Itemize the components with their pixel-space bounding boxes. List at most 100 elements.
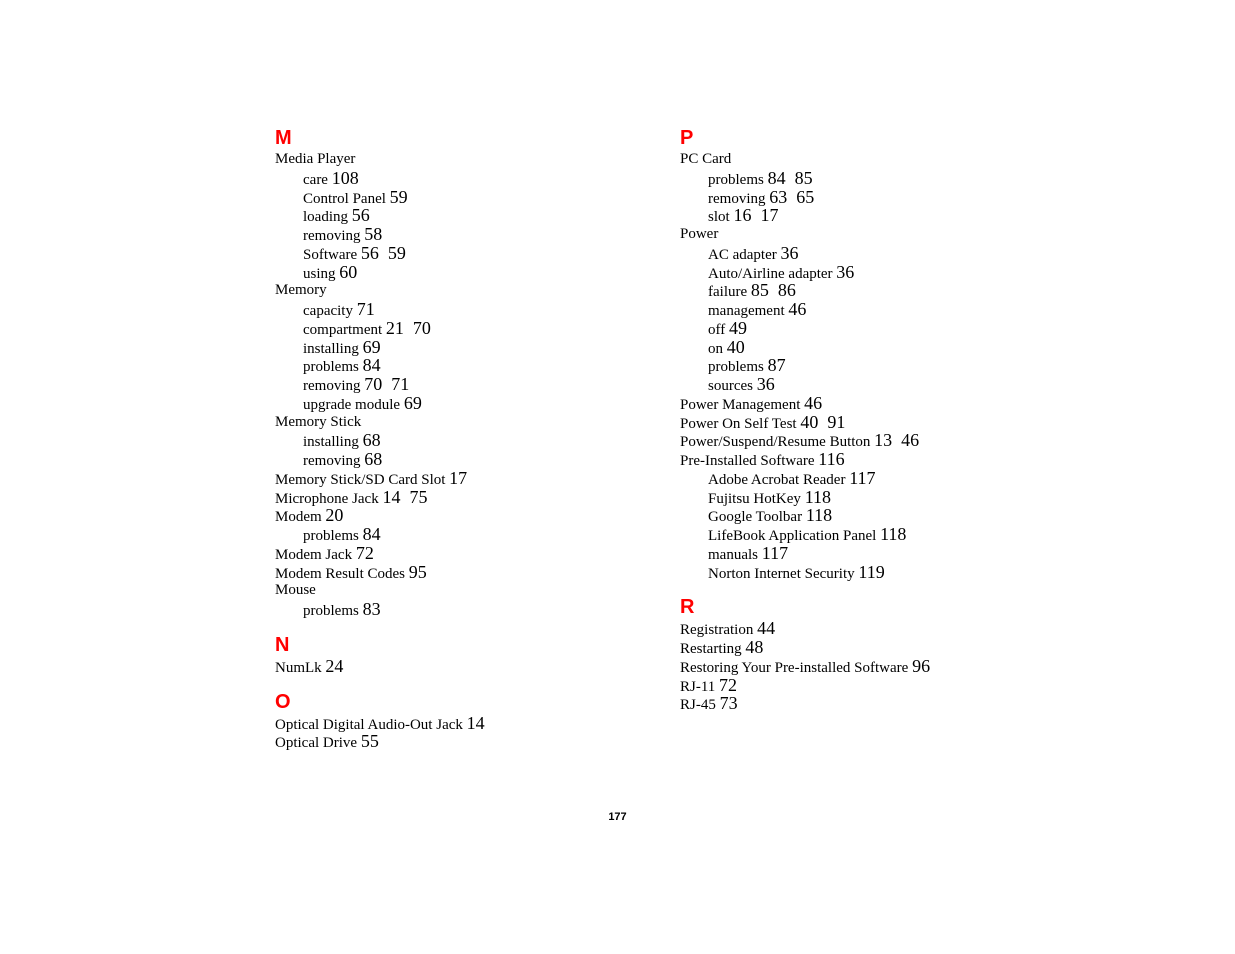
index-entry: Optical Drive 55	[275, 732, 655, 751]
entry-term: Google Toolbar	[708, 509, 803, 526]
index-subentry: problems 83	[275, 600, 655, 619]
entry-term: Pre-Installed Software	[680, 453, 815, 469]
index-section: N NumLk 24	[275, 634, 655, 676]
entry-page-link[interactable]: 85 86	[751, 280, 796, 300]
entry-page-link[interactable]: 84 85	[768, 168, 813, 188]
section-letter: R	[680, 596, 695, 619]
index-section: O Optical Digital Audio-Out Jack 14 Optica…	[275, 691, 655, 752]
index-subentry: management 46	[680, 300, 1080, 319]
index-subentry: problems 84	[275, 356, 655, 375]
entry-page-link[interactable]: 14	[467, 713, 485, 733]
entry-term: removing	[303, 453, 361, 469]
entry-term: removing	[708, 190, 766, 207]
entry-page-link[interactable]: 87	[768, 355, 786, 375]
entry-page-link[interactable]: 58	[364, 224, 382, 244]
index-entry: RJ-45 73	[680, 694, 1080, 713]
entry-page-link[interactable]: 68	[364, 449, 382, 469]
entry-page-link[interactable]: 118	[805, 487, 831, 507]
entry-term: Registration	[680, 622, 754, 639]
entry-term: Control Panel	[303, 190, 386, 207]
entry-term: Norton Internet Security	[708, 565, 855, 582]
entry-page-link[interactable]: 60	[339, 262, 357, 282]
index-column-left: M Media Player care 108 Control Panel 59 loa…	[275, 127, 655, 751]
index-subentry: problems 84	[275, 525, 655, 544]
entry-page-link[interactable]: 59	[390, 187, 408, 207]
entry-page-link[interactable]: 40	[727, 337, 745, 357]
index-subentry: Norton Internet Security 119	[680, 562, 1080, 582]
entry-term: Power On Self Test	[680, 415, 797, 432]
entry-page-link[interactable]: 118	[806, 505, 832, 525]
entry-page-link[interactable]: 84	[363, 355, 381, 375]
entry-page-link[interactable]: 95	[409, 562, 427, 582]
entry-page-link[interactable]: 21 70	[386, 318, 431, 338]
entry-page-link[interactable]: 24	[325, 656, 343, 676]
entry-page-link[interactable]: 117	[849, 468, 875, 488]
entry-page-link[interactable]: 16 17	[733, 205, 778, 225]
entry-page-link[interactable]: 56 59	[361, 243, 406, 263]
entry-page-link[interactable]: 36	[757, 374, 775, 394]
entry-page-link[interactable]: 83	[363, 599, 381, 619]
entry-page-link[interactable]: 71	[357, 299, 375, 319]
entry-page-link[interactable]: 84	[363, 524, 381, 544]
section-letter: P	[680, 127, 694, 149]
entry-page-link[interactable]: 119	[858, 562, 884, 582]
entry-page-link[interactable]: 20	[325, 505, 343, 525]
index-entry: Microphone Jack 14 75	[275, 487, 655, 507]
index-subentry: failure 85 86	[680, 281, 1080, 300]
entry-term: RJ-11	[680, 678, 716, 695]
entry-term: problems	[303, 603, 359, 619]
entry-page-link[interactable]: 70 71	[364, 374, 409, 394]
entry-page-link[interactable]: 108	[332, 168, 359, 188]
entry-term: Modem Result Codes	[275, 565, 405, 582]
index-entry: Media Player	[275, 150, 655, 169]
index-entry: Modem Result Codes 95	[275, 562, 655, 582]
entry-page-link[interactable]: 96	[912, 656, 930, 676]
entry-page-link[interactable]: 13 46	[874, 430, 919, 450]
entry-page-link[interactable]: 48	[745, 637, 763, 657]
entry-page-link[interactable]: 46	[788, 299, 806, 319]
entry-term: using	[303, 265, 336, 282]
index-entry: Power/Suspend/Resume Button 13 46	[680, 431, 1080, 450]
entry-term: sources	[708, 378, 753, 394]
entry-term: on	[708, 340, 723, 357]
index-entry: RJ-11 72	[680, 675, 1080, 695]
entry-page-link[interactable]: 36	[780, 243, 798, 263]
entry-term: LifeBook Application Panel	[708, 528, 877, 544]
section-letter: N	[275, 633, 290, 656]
entry-term: Media Player	[275, 151, 356, 167]
entry-term: Restarting	[680, 641, 742, 657]
entry-page-link[interactable]: 69	[404, 393, 422, 413]
entry-page-link[interactable]: 44	[757, 618, 775, 638]
page-number: 177	[608, 811, 627, 823]
entry-page-link[interactable]: 73	[720, 693, 738, 713]
entry-term: care	[303, 171, 328, 188]
entry-page-link[interactable]: 117	[762, 543, 788, 563]
entry-page-link[interactable]: 56	[352, 205, 370, 225]
entry-page-link[interactable]: 17	[449, 468, 467, 488]
entry-page-link[interactable]: 69	[363, 337, 381, 357]
index-subentry: installing 69	[275, 337, 655, 357]
entry-page-link[interactable]: 40 91	[800, 412, 845, 432]
entry-page-link[interactable]: 116	[818, 449, 844, 469]
index-entry: PC Card	[680, 150, 1080, 169]
index-entry: Modem Jack 72	[275, 543, 655, 563]
entry-term: failure	[708, 284, 748, 301]
entry-term: Software	[303, 246, 358, 263]
entry-page-link[interactable]: 14 75	[382, 487, 427, 507]
entry-page-link[interactable]: 49	[729, 318, 747, 338]
entry-page-link[interactable]: 46	[804, 393, 822, 413]
entry-page-link[interactable]: 68	[363, 430, 381, 450]
entry-term: Memory	[275, 282, 327, 299]
index-subentry: sources 36	[680, 375, 1080, 394]
entry-page-link[interactable]: 63 65	[769, 187, 814, 207]
index-subentry: removing 70 71	[275, 375, 655, 394]
index-subentry: Software 56 59	[275, 243, 655, 263]
entry-page-link[interactable]: 72	[719, 675, 737, 695]
entry-page-link[interactable]: 118	[880, 524, 906, 544]
entry-page-link[interactable]: 55	[361, 731, 379, 751]
entry-term: removing	[303, 228, 361, 244]
entry-term: problems	[708, 171, 764, 188]
index-subentry: AC adapter 36	[680, 243, 1080, 263]
entry-page-link[interactable]: 72	[356, 543, 374, 563]
entry-page-link[interactable]: 36	[836, 262, 854, 282]
